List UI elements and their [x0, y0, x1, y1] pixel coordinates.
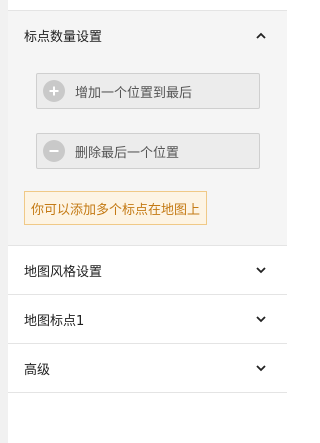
- plus-circle-icon: [43, 80, 65, 102]
- section-header-marker-count[interactable]: 标点数量设置: [8, 11, 287, 60]
- marker-count-body: 增加一个位置到最后 删除最后一个位置 你可以添加多个标点在地图上: [8, 60, 287, 246]
- remove-position-label: 删除最后一个位置: [75, 145, 180, 161]
- section-title: 地图风格设置: [24, 264, 103, 280]
- section-header-advanced[interactable]: 高级: [8, 344, 287, 393]
- section-title: 地图标点1: [24, 313, 85, 329]
- section-header-map-style[interactable]: 地图风格设置: [8, 246, 287, 295]
- chevron-down-icon[interactable]: [255, 264, 267, 276]
- hint-message: 你可以添加多个标点在地图上: [24, 191, 208, 225]
- top-strip: [8, 0, 287, 11]
- chevron-down-icon[interactable]: [255, 362, 267, 374]
- chevron-up-icon[interactable]: [255, 30, 267, 42]
- remove-position-button[interactable]: 删除最后一个位置: [36, 133, 260, 169]
- settings-panel: 标点数量设置 增加一个位置到最后 删除最后一个位置 你可以添加多个标点在地图上 …: [0, 0, 287, 443]
- add-position-button[interactable]: 增加一个位置到最后: [36, 73, 260, 109]
- section-header-map-marker-1[interactable]: 地图标点1: [8, 295, 287, 344]
- section-title: 标点数量设置: [24, 30, 103, 45]
- chevron-down-icon[interactable]: [255, 313, 267, 325]
- minus-circle-icon: [43, 140, 65, 162]
- add-position-label: 增加一个位置到最后: [75, 85, 193, 101]
- section-title: 高级: [24, 362, 51, 378]
